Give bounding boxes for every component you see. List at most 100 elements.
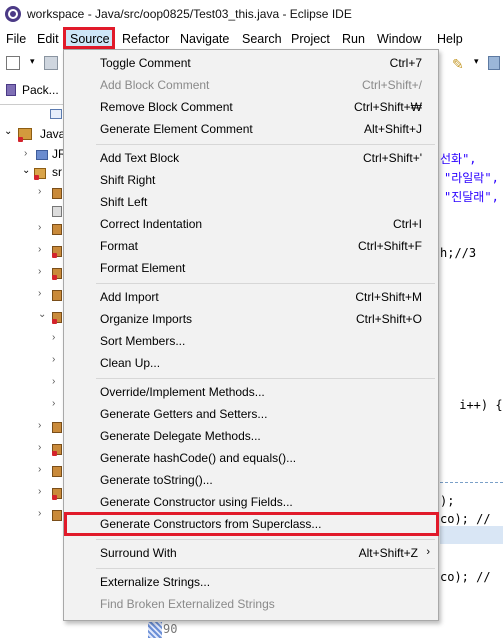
menu-help[interactable]: Help [437,32,463,46]
shortcut-surround-with: Alt+Shift+Z [358,546,418,560]
menu-separator [96,283,435,284]
menu-item-toggle-comment[interactable]: Toggle Comment [100,56,191,70]
menu-source[interactable]: Source [70,32,110,46]
expand-jre-icon[interactable]: › [24,148,27,159]
divider [0,104,64,105]
code-fragment: 선화", [440,152,484,166]
menu-item-generate-delegate-methods[interactable]: Generate Delegate Methods... [100,429,261,443]
pin-icon[interactable]: ✎ [452,56,466,72]
error-marker-icon [52,319,57,324]
eclipse-icon [5,6,21,22]
expand-package-icon[interactable]: › [38,288,41,299]
package-explorer: Pack... ⌄ Java › JR ⌄ sr › › › › › ⌄ › ›… [0,76,67,638]
code-fragment: h;//3 [440,246,477,260]
package-icon [52,188,62,199]
menu-item-generate-hashcode-equals[interactable]: Generate hashCode() and equals()... [100,451,296,465]
menu-item-format[interactable]: Format [100,239,138,253]
editor-divider [440,482,503,483]
expand-file-icon[interactable]: › [52,376,55,387]
menu-refactor[interactable]: Refactor [122,32,169,46]
dropdown-arrow-icon[interactable]: ▾ [30,56,44,70]
expand-package-icon[interactable]: ⌄ [38,309,46,320]
code-fragment: co); // [440,570,491,584]
line-number: 90 [163,622,178,636]
collapse-all-icon[interactable] [50,109,62,119]
menu-item-externalize-strings[interactable]: Externalize Strings... [100,575,210,589]
menu-item-correct-indentation[interactable]: Correct Indentation [100,217,202,231]
expand-file-icon[interactable]: › [52,354,55,365]
shortcut-remove-block-comment: Ctrl+Shift+₩ [353,100,422,114]
expand-package-icon[interactable]: › [38,464,41,475]
menu-project[interactable]: Project [291,32,330,46]
menu-item-remove-block-comment[interactable]: Remove Block Comment [100,100,233,114]
expand-file-icon[interactable]: › [52,398,55,409]
menu-item-format-element[interactable]: Format Element [100,261,185,275]
expand-package-icon[interactable]: › [38,420,41,431]
menu-item-generate-constructor-fields[interactable]: Generate Constructor using Fields... [100,495,293,509]
expand-package-icon[interactable]: › [38,222,41,233]
menu-item-add-import[interactable]: Add Import [100,290,159,304]
menu-item-add-block-comment[interactable]: Add Block Comment [100,78,209,92]
shortcut-organize-imports: Ctrl+Shift+O [355,312,422,326]
shortcut-format: Ctrl+Shift+F [357,239,422,253]
code-fragment: ); [440,494,455,508]
expand-package-icon[interactable]: › [38,186,41,197]
error-marker-icon [52,253,57,258]
expand-package-icon[interactable]: › [38,486,41,497]
expand-file-icon[interactable]: › [52,332,55,343]
save-icon[interactable] [44,56,58,70]
menu-separator [96,539,435,540]
code-fragment: i++) { [452,398,503,412]
package-explorer-tab[interactable]: Pack... [22,83,59,97]
new-icon[interactable] [6,56,20,70]
menu-edit[interactable]: Edit [37,32,59,46]
expand-project-icon[interactable]: ⌄ [4,126,12,137]
expand-package-icon[interactable]: › [38,244,41,255]
expand-package-icon[interactable]: › [38,508,41,519]
menu-item-generate-constructors-superclass[interactable]: Generate Constructors from Superclass... [100,517,321,531]
menu-item-shift-right[interactable]: Shift Right [100,173,155,187]
menu-item-generate-element-comment[interactable]: Generate Element Comment [100,122,253,136]
library-icon [36,150,48,160]
project-label[interactable]: Java [40,127,65,141]
menu-item-organize-imports[interactable]: Organize Imports [100,312,192,326]
menu-item-find-broken-externalized-strings[interactable]: Find Broken Externalized Strings [100,597,275,611]
menu-item-generate-tostring[interactable]: Generate toString()... [100,473,213,487]
package-icon [52,422,62,433]
error-marker-icon [18,137,23,142]
perspective-icon[interactable] [488,56,500,70]
error-marker-icon [52,275,57,280]
package-explorer-icon [6,84,16,96]
error-marker-icon [52,451,57,456]
code-fragment: "라일락", [444,171,499,185]
menu-window[interactable]: Window [377,32,421,46]
menu-item-override-implement-methods[interactable]: Override/Implement Methods... [100,385,265,399]
menu-item-surround-with[interactable]: Surround With [100,546,177,560]
expand-package-icon[interactable]: › [38,266,41,277]
expand-src-icon[interactable]: ⌄ [22,165,30,176]
menu-file[interactable]: File [6,32,26,46]
menu-item-sort-members[interactable]: Sort Members... [100,334,185,348]
current-line-highlight [440,526,503,544]
menu-navigate[interactable]: Navigate [180,32,229,46]
error-marker-icon [34,175,39,180]
shortcut-add-text-block: Ctrl+Shift+' [363,151,422,165]
package-icon [52,290,62,301]
menu-item-add-text-block[interactable]: Add Text Block [100,151,179,165]
shortcut-add-import: Ctrl+Shift+M [355,290,422,304]
menu-item-generate-getters-setters[interactable]: Generate Getters and Setters... [100,407,267,421]
menu-run[interactable]: Run [342,32,365,46]
toolbar-dropdown-icon[interactable]: ▾ [474,56,488,70]
menu-search[interactable]: Search [242,32,282,46]
submenu-arrow-icon: › [426,546,430,558]
src-label[interactable]: sr [52,165,62,179]
window-title: workspace - Java/src/oop0825/Test03_this… [27,7,352,21]
shortcut-add-block-comment: Ctrl+Shift+/ [361,78,422,92]
menu-item-clean-up[interactable]: Clean Up... [100,356,160,370]
code-fragment: "진달래", [444,190,499,204]
expand-package-icon[interactable]: › [38,442,41,453]
menu-item-shift-left[interactable]: Shift Left [100,195,147,209]
shortcut-generate-element-comment: Alt+Shift+J [363,122,422,136]
menu-separator [96,144,435,145]
source-menu-dropdown: Toggle Comment Ctrl+7 Add Block Comment … [63,49,439,621]
